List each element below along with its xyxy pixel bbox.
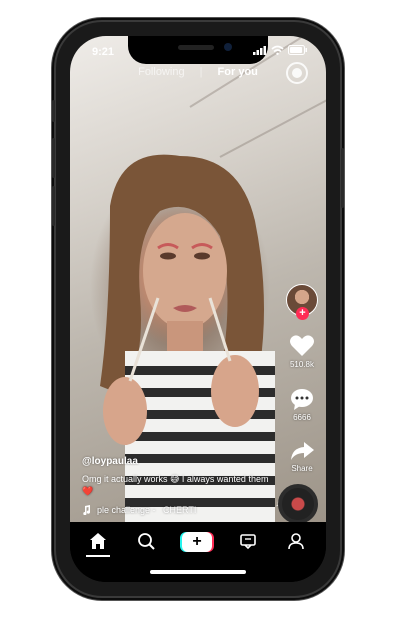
status-time: 9:21 [92,46,115,58]
profile-icon[interactable] [287,532,305,550]
volume-up-button [52,138,55,178]
creator-avatar[interactable]: + [286,284,318,320]
comment-action[interactable]: 6666 [289,387,315,422]
live-icon[interactable] [284,60,310,86]
notch [128,36,268,64]
mute-switch [52,100,55,122]
likes-count: 510.8k [289,360,315,369]
video-caption: @loypaulaa Omg it actually works 😅 I alw… [82,456,272,515]
home-indicator-bar[interactable] [150,570,246,574]
home-icon[interactable] [89,532,107,550]
discover-icon[interactable] [137,532,155,550]
caption-description: Omg it actually works 😅 I always wanted … [82,474,269,496]
inbox-icon[interactable] [239,532,257,550]
phone-screen: 9:21 Following | For you + 510.8k 6666 S… [70,36,326,582]
tab-following[interactable]: Following [138,66,184,78]
comments-count: 6666 [293,413,311,422]
share-label: Share [291,464,313,473]
create-button[interactable]: + [180,532,214,552]
status-icons [253,45,308,55]
nav-home[interactable] [86,532,110,552]
wifi-icon [271,45,284,55]
action-sidebar: + 510.8k 6666 Share [284,284,320,473]
phone-frame: 9:21 Following | For you + 510.8k 6666 S… [52,22,344,596]
signal-icon [253,46,266,55]
power-button [341,148,344,208]
music-row[interactable]: ple challenge - CHERTI [82,505,272,515]
nav-discover[interactable] [134,532,158,552]
volume-down-button [52,186,55,226]
like-action[interactable]: 510.8k [289,334,315,369]
comment-icon[interactable] [289,387,315,411]
follow-plus-button[interactable]: + [296,307,309,320]
create-icon[interactable]: + [182,532,212,552]
battery-icon [288,45,307,55]
nav-profile[interactable] [284,532,308,552]
caption-username[interactable]: @loypaulaa [82,456,272,467]
nav-inbox[interactable] [236,532,260,552]
front-camera [224,43,232,51]
sound-disc-icon[interactable] [278,484,318,524]
share-arrow-icon[interactable] [289,440,315,462]
speaker-grille [178,45,214,50]
tab-for-you[interactable]: For you [218,66,258,78]
music-title: ple challenge - CHERTI [97,505,197,515]
share-action[interactable]: Share [289,440,315,473]
music-note-icon [83,505,91,515]
bottom-nav: + [70,522,326,582]
home-active-indicator [86,555,110,557]
heart-icon[interactable] [289,334,315,358]
